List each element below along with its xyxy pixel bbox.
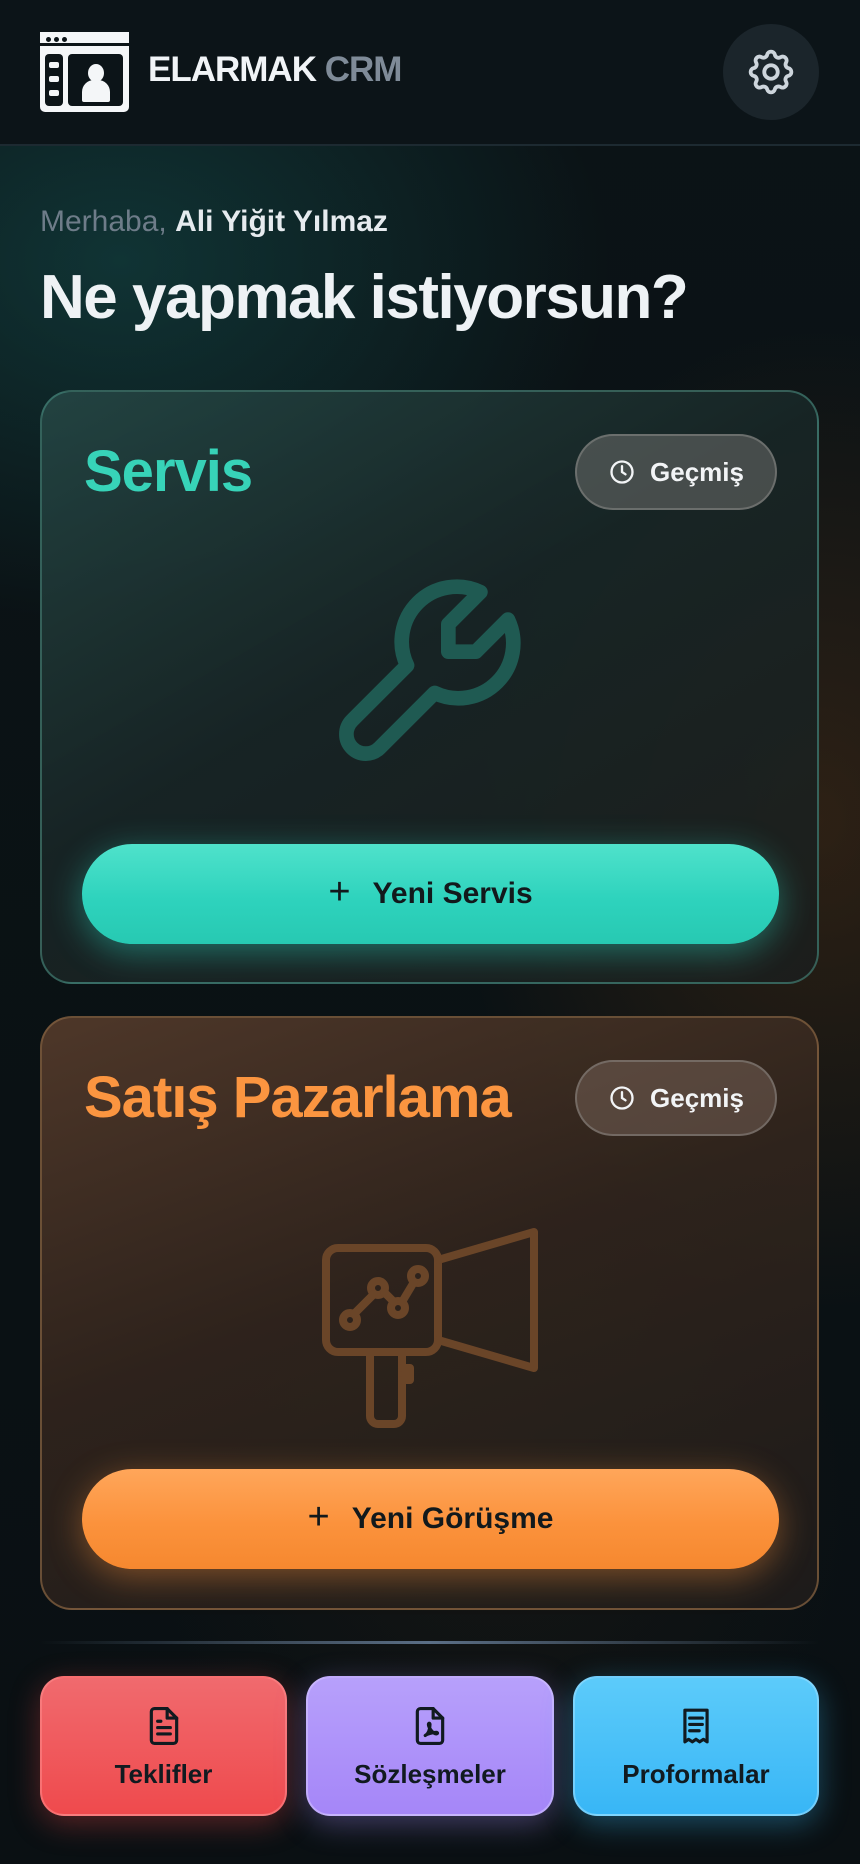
sales-history-button[interactable]: Geçmiş [575,1060,777,1136]
new-service-button[interactable]: + Yeni Servis [82,844,779,944]
brand-primary: ELARMAK [148,50,317,89]
sales-illustration [42,1188,817,1428]
brand-name: ELARMAK CRM [148,50,403,90]
plus-icon: + [307,1496,330,1538]
service-card: Servis Geçmiş + Yeni Servis [40,390,819,984]
tile-proformas[interactable]: Proformalar [573,1676,819,1816]
sales-history-label: Geçmiş [650,1082,744,1113]
tile-contracts[interactable]: Sözleşmeler [306,1676,554,1816]
app-logo-icon [40,32,129,112]
section-divider [40,1641,819,1644]
tile-proformas-label: Proformalar [622,1758,770,1789]
pdf-file-icon [415,1706,445,1745]
tile-offers-label: Teklifler [114,1758,213,1789]
app-header: ELARMAK CRM [0,0,860,146]
clock-icon [610,1086,634,1110]
wrench-icon [338,579,521,761]
settings-button[interactable] [723,24,819,120]
sales-card-title: Satış Pazarlama [84,1065,512,1130]
megaphone-chart-icon [321,1228,538,1428]
service-history-label: Geçmiş [650,456,744,487]
clock-icon [610,460,634,484]
brand-secondary: CRM [324,50,403,89]
greeting-line: Merhaba, Ali Yiğit Yılmaz [40,205,388,239]
new-meeting-label: Yeni Görüşme [351,1502,554,1535]
new-meeting-button[interactable]: + Yeni Görüşme [82,1469,779,1569]
page-title: Ne yapmak istiyorsun? [40,263,689,332]
plus-icon: + [328,871,351,913]
document-icon [149,1706,178,1745]
service-card-title: Servis [84,439,253,504]
greeting-prefix: Merhaba, [40,205,167,238]
service-illustration [42,560,817,780]
gear-icon [748,49,794,95]
new-service-label: Yeni Servis [372,877,533,910]
receipt-icon [683,1708,709,1743]
greeting-user-name: Ali Yiğit Yılmaz [175,205,388,238]
tile-offers[interactable]: Teklifler [40,1676,287,1816]
service-history-button[interactable]: Geçmiş [575,434,777,510]
tile-contracts-label: Sözleşmeler [354,1758,506,1789]
sales-card: Satış Pazarlama Geçmiş + Yeni Görüşme [40,1016,819,1610]
